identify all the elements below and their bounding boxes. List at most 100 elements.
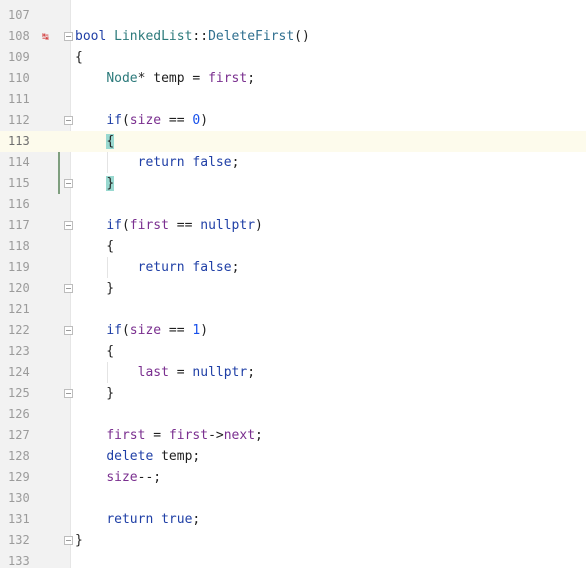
code-editor[interactable]: 107 108 ↹ bool LinkedList::DeleteFirst() 109… <box>0 0 586 568</box>
line-number: 123 <box>8 344 30 358</box>
code-line[interactable]: 115 } <box>0 173 586 194</box>
code-line[interactable]: 119 return false; <box>0 257 586 278</box>
code-line[interactable]: 108 ↹ bool LinkedList::DeleteFirst() <box>0 26 586 47</box>
code-line[interactable]: 127 first = first->next; <box>0 425 586 446</box>
fold-toggle-icon[interactable] <box>64 326 73 335</box>
code-token: first <box>106 428 146 443</box>
code-line[interactable]: 132} <box>0 530 586 551</box>
line-number: 113 <box>8 134 30 148</box>
line-number: 124 <box>8 365 30 379</box>
code-token: ; <box>247 71 256 86</box>
code-token: } <box>106 176 115 191</box>
code-token: bool <box>75 29 107 44</box>
code-line[interactable]: 107 <box>0 5 586 26</box>
fold-toggle-icon[interactable] <box>64 116 73 125</box>
code-line[interactable]: 111 <box>0 89 586 110</box>
code-text[interactable]: delete temp; <box>75 446 200 467</box>
code-token: DeleteFirst <box>208 29 295 44</box>
code-text[interactable]: } <box>75 173 115 194</box>
code-token: temp; <box>153 449 201 464</box>
code-line[interactable]: 114 return false; <box>0 152 586 173</box>
code-text[interactable]: return false; <box>75 257 240 278</box>
code-token: ) <box>200 323 209 338</box>
code-text[interactable]: } <box>75 278 114 299</box>
code-token: = <box>145 428 169 443</box>
code-line[interactable]: 123 { <box>0 341 586 362</box>
code-line[interactable]: 109 { <box>0 47 586 68</box>
code-line[interactable]: 131 return true; <box>0 509 586 530</box>
code-token: --; <box>137 470 162 485</box>
code-text[interactable]: { <box>75 131 115 152</box>
code-token: size <box>129 323 162 338</box>
line-number: 120 <box>8 281 30 295</box>
code-text[interactable]: last = nullptr; <box>75 362 255 383</box>
line-number: 125 <box>8 386 30 400</box>
code-text[interactable]: return true; <box>75 509 200 530</box>
code-line[interactable]: 120 } <box>0 278 586 299</box>
code-token: LinkedList <box>114 29 193 44</box>
fold-toggle-icon[interactable] <box>64 284 73 293</box>
code-line[interactable]: 121 <box>0 299 586 320</box>
code-token: ; <box>231 260 240 275</box>
code-token: :: <box>192 29 209 44</box>
code-lines[interactable]: 107 108 ↹ bool LinkedList::DeleteFirst() 109… <box>0 5 586 572</box>
code-token: ; <box>231 155 240 170</box>
code-line[interactable]: 133 <box>0 551 586 572</box>
code-token: if <box>106 323 122 338</box>
code-token: { <box>75 344 115 359</box>
code-token: { <box>106 134 115 149</box>
code-text[interactable]: if(first == nullptr) <box>75 215 263 236</box>
code-line[interactable]: 130 <box>0 488 586 509</box>
code-text[interactable]: if(size == 0) <box>75 110 208 131</box>
code-line[interactable]: 116 <box>0 194 586 215</box>
code-text[interactable]: bool LinkedList::DeleteFirst() <box>75 26 310 47</box>
code-text[interactable]: Node* temp = first; <box>75 68 255 89</box>
code-token: == <box>161 323 193 338</box>
code-line[interactable]: 124 last = nullptr; <box>0 362 586 383</box>
fold-toggle-icon[interactable] <box>64 536 73 545</box>
line-number: 107 <box>8 8 30 22</box>
fold-toggle-icon[interactable] <box>64 179 73 188</box>
code-line[interactable]: 113 { <box>0 131 586 152</box>
code-line[interactable]: 128 delete temp; <box>0 446 586 467</box>
code-text[interactable]: first = first->next; <box>75 425 263 446</box>
code-line[interactable]: 129 size--; <box>0 467 586 488</box>
code-line[interactable]: 110 Node* temp = first; <box>0 68 586 89</box>
fold-toggle-icon[interactable] <box>64 389 73 398</box>
code-line[interactable]: 112 if(size == 0) <box>0 110 586 131</box>
fold-toggle-icon[interactable] <box>64 32 73 41</box>
code-line[interactable]: 125 } <box>0 383 586 404</box>
code-line[interactable]: 117 if(first == nullptr) <box>0 215 586 236</box>
code-text[interactable]: { <box>75 236 114 257</box>
code-token: next <box>223 428 256 443</box>
line-number: 111 <box>8 92 30 106</box>
code-token: -> <box>208 428 224 443</box>
code-token: ( <box>121 218 130 233</box>
code-text[interactable]: if(size == 1) <box>75 320 208 341</box>
line-number: 121 <box>8 302 30 316</box>
code-text[interactable]: size--; <box>75 467 161 488</box>
code-text[interactable]: } <box>75 383 114 404</box>
code-text[interactable]: { <box>75 341 114 362</box>
code-line[interactable]: 126 <box>0 404 586 425</box>
code-token: return <box>137 260 185 275</box>
indent-guide <box>107 152 108 173</box>
override-marker-icon[interactable]: ↹ <box>42 26 49 47</box>
code-text[interactable]: return false; <box>75 152 240 173</box>
code-text[interactable]: { <box>75 47 83 68</box>
code-line[interactable]: 122 if(size == 1) <box>0 320 586 341</box>
code-token: if <box>106 218 122 233</box>
code-token: { <box>75 50 83 65</box>
code-text[interactable]: } <box>75 530 83 551</box>
code-token: delete <box>106 449 154 464</box>
line-number: 114 <box>8 155 30 169</box>
code-token: ) <box>255 218 263 233</box>
code-line[interactable]: 118 { <box>0 236 586 257</box>
line-number: 129 <box>8 470 30 484</box>
fold-toggle-icon[interactable] <box>64 221 73 230</box>
line-number: 122 <box>8 323 30 337</box>
